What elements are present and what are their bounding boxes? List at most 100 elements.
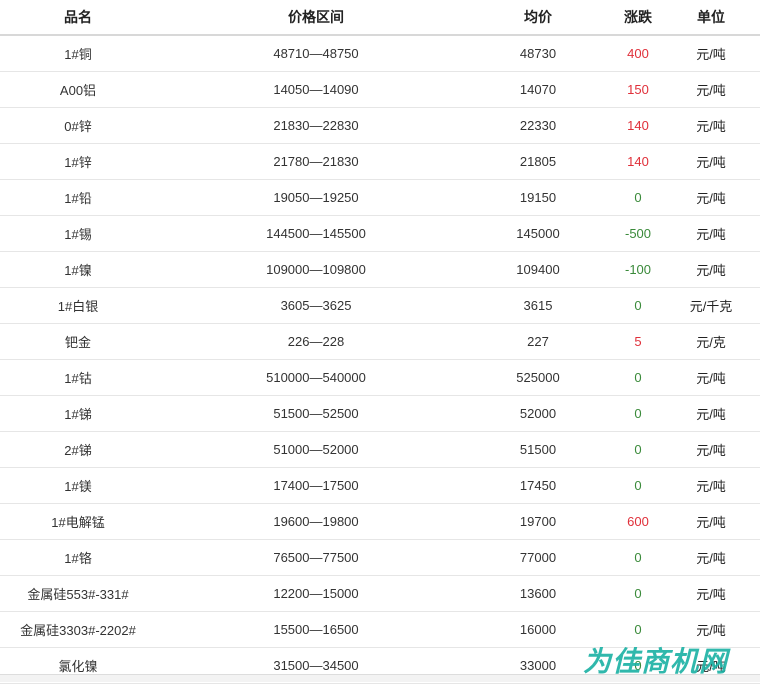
- header-price-range: 价格区间: [156, 0, 476, 36]
- cell-product-name: 1#锑: [0, 395, 156, 432]
- cell-date: 07-23: [746, 431, 760, 468]
- cell-date: 07-23: [746, 575, 760, 612]
- cell-unit: 元/吨: [676, 395, 746, 432]
- cell-product-name: 1#铜: [0, 35, 156, 72]
- cell-date: 07-23: [746, 35, 760, 72]
- cell-change: 0: [600, 575, 676, 612]
- cell-product-name: 1#电解锰: [0, 503, 156, 540]
- cell-avg-price: 21805: [476, 143, 600, 180]
- cell-unit: 元/吨: [676, 35, 746, 72]
- cell-price-range: 12200—15000: [156, 575, 476, 612]
- header-avg-price: 均价: [476, 0, 600, 36]
- cell-unit: 元/吨: [676, 179, 746, 216]
- table-row: 1#钴510000—5400005250000元/吨07-23: [0, 359, 760, 396]
- cell-price-range: 21830—22830: [156, 107, 476, 144]
- cell-change: 0: [600, 359, 676, 396]
- cell-product-name: 1#锡: [0, 215, 156, 252]
- table-row: 1#镍109000—109800109400-100元/吨07-23: [0, 251, 760, 288]
- cell-date: 07-23: [746, 215, 760, 252]
- header-date: 发布日期: [746, 0, 760, 36]
- cell-avg-price: 48730: [476, 35, 600, 72]
- cell-product-name: 钯金: [0, 323, 156, 360]
- header-name: 品名: [0, 0, 156, 36]
- header-change: 涨跌: [600, 0, 676, 36]
- cell-avg-price: 77000: [476, 539, 600, 576]
- cell-product-name: 金属硅553#-331#: [0, 575, 156, 612]
- table-row: 1#锌21780—2183021805140元/吨07-23: [0, 143, 760, 180]
- cell-avg-price: 16000: [476, 611, 600, 648]
- header-unit: 单位: [676, 0, 746, 36]
- table-row: 金属硅553#-331#12200—15000136000元/吨07-23: [0, 575, 760, 612]
- cell-date: 07-23: [746, 395, 760, 432]
- cell-date: 07-23: [746, 467, 760, 504]
- cell-change: 150: [600, 71, 676, 108]
- cell-price-range: 226—228: [156, 323, 476, 360]
- cell-price-range: 109000—109800: [156, 251, 476, 288]
- cell-date: 07-23: [746, 359, 760, 396]
- cell-unit: 元/吨: [676, 107, 746, 144]
- cell-avg-price: 22330: [476, 107, 600, 144]
- table-row: 1#电解锰19600—1980019700600元/吨07-23: [0, 503, 760, 540]
- cell-unit: 元/吨: [676, 215, 746, 252]
- cell-product-name: 1#钴: [0, 359, 156, 396]
- cell-product-name: 1#镍: [0, 251, 156, 288]
- table-row: 1#铬76500—77500770000元/吨07-23: [0, 539, 760, 576]
- cell-avg-price: 17450: [476, 467, 600, 504]
- cell-product-name: 1#铬: [0, 539, 156, 576]
- cell-avg-price: 14070: [476, 71, 600, 108]
- cell-date: 07-23: [746, 71, 760, 108]
- cell-price-range: 3605—3625: [156, 287, 476, 324]
- cell-price-range: 15500—16500: [156, 611, 476, 648]
- cell-change: 140: [600, 107, 676, 144]
- cell-change: 5: [600, 323, 676, 360]
- cell-price-range: 510000—540000: [156, 359, 476, 396]
- cell-product-name: 1#锌: [0, 143, 156, 180]
- cell-change: 0: [600, 395, 676, 432]
- cell-unit: 元/吨: [676, 467, 746, 504]
- cell-price-range: 19050—19250: [156, 179, 476, 216]
- table-row: 0#锌21830—2283022330140元/吨07-23: [0, 107, 760, 144]
- cell-product-name: 2#锑: [0, 431, 156, 468]
- table-row: 2#锑51000—52000515000元/吨07-23: [0, 431, 760, 468]
- cell-price-range: 14050—14090: [156, 71, 476, 108]
- cell-date: 07-23: [746, 323, 760, 360]
- cell-change: 0: [600, 431, 676, 468]
- cell-unit: 元/吨: [676, 503, 746, 540]
- table-row: 1#白银3605—362536150元/千克07-23: [0, 287, 760, 324]
- cell-unit: 元/吨: [676, 359, 746, 396]
- cell-product-name: 1#镁: [0, 467, 156, 504]
- cell-avg-price: 13600: [476, 575, 600, 612]
- cell-change: 0: [600, 539, 676, 576]
- cell-avg-price: 52000: [476, 395, 600, 432]
- cell-change: 400: [600, 35, 676, 72]
- cell-date: 07-23: [746, 287, 760, 324]
- cell-price-range: 48710—48750: [156, 35, 476, 72]
- cell-product-name: 金属硅3303#-2202#: [0, 611, 156, 648]
- cell-product-name: 0#锌: [0, 107, 156, 144]
- cell-unit: 元/克: [676, 323, 746, 360]
- cell-avg-price: 227: [476, 323, 600, 360]
- table-row: 1#铅19050—19250191500元/吨07-23: [0, 179, 760, 216]
- cell-unit: 元/吨: [676, 575, 746, 612]
- cell-price-range: 17400—17500: [156, 467, 476, 504]
- cell-date: 07-23: [746, 251, 760, 288]
- cell-avg-price: 3615: [476, 287, 600, 324]
- cell-unit: 元/吨: [676, 251, 746, 288]
- cell-unit: 元/吨: [676, 71, 746, 108]
- cell-change: 0: [600, 287, 676, 324]
- cell-unit: 元/吨: [676, 431, 746, 468]
- cell-unit: 元/千克: [676, 287, 746, 324]
- cell-product-name: A00铝: [0, 71, 156, 108]
- cell-price-range: 19600—19800: [156, 503, 476, 540]
- cell-change: 140: [600, 143, 676, 180]
- cell-date: 07-23: [746, 539, 760, 576]
- cell-price-range: 144500—145500: [156, 215, 476, 252]
- cell-unit: 元/吨: [676, 539, 746, 576]
- cell-change: 0: [600, 467, 676, 504]
- cell-change: 600: [600, 503, 676, 540]
- cell-price-range: 21780—21830: [156, 143, 476, 180]
- table-row: 钯金226—2282275元/克07-23: [0, 323, 760, 360]
- table-row: 1#锑51500—52500520000元/吨07-23: [0, 395, 760, 432]
- cell-change: -500: [600, 215, 676, 252]
- watermark-logo: 为佳商机网: [583, 645, 729, 678]
